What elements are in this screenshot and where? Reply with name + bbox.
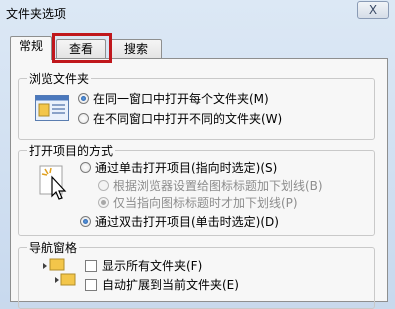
tab-general[interactable]: 常规 bbox=[10, 36, 52, 60]
radio-button-disabled-checked bbox=[98, 197, 109, 208]
checkbox[interactable] bbox=[85, 259, 97, 272]
tab-search[interactable]: 搜索 bbox=[110, 39, 162, 59]
click-items-title: 打开项目的方式 bbox=[27, 142, 116, 159]
pointer-click-icon bbox=[39, 165, 67, 200]
underline-browser-label: 根据浏览器设置给图标标题加下划线(B) bbox=[113, 179, 323, 193]
checkbox[interactable] bbox=[85, 278, 97, 291]
auto-expand-label: 自动扩展到当前文件夹(E) bbox=[102, 278, 239, 292]
view-tab-highlight bbox=[52, 33, 112, 63]
auto-expand-option[interactable]: 自动扩展到当前文件夹(E) bbox=[85, 276, 239, 293]
single-click-label: 通过单击打开项目(指向时选定)(S) bbox=[95, 161, 278, 175]
radio-button[interactable] bbox=[78, 113, 89, 124]
radio-button-checked[interactable] bbox=[78, 93, 89, 104]
nav-pane-title: 导航窗格 bbox=[27, 239, 80, 256]
open-same-window-label: 在同一窗口中打开每个文件夹(M) bbox=[93, 92, 269, 106]
underline-point-label: 仅当指向图标标题时才加下划线(P) bbox=[113, 196, 298, 210]
radio-button-checked[interactable] bbox=[80, 216, 91, 227]
browse-folders-title: 浏览文件夹 bbox=[27, 70, 92, 87]
underline-browser-option: 根据浏览器设置给图标标题加下划线(B) bbox=[98, 177, 323, 194]
close-button[interactable]: X bbox=[357, 1, 389, 19]
browse-folders-group: 浏览文件夹 在同一窗口中打开每个文件夹(M) 在不同窗口中打开不同的文件夹(W) bbox=[18, 70, 375, 140]
open-same-window-option[interactable]: 在同一窗口中打开每个文件夹(M) bbox=[78, 90, 269, 107]
nav-pane-group: 导航窗格 显示所有文件夹(F) 自动扩展到当前文件夹(E) bbox=[18, 239, 375, 309]
show-all-folders-option[interactable]: 显示所有文件夹(F) bbox=[85, 257, 202, 274]
open-new-window-option[interactable]: 在不同窗口中打开不同的文件夹(W) bbox=[78, 110, 282, 127]
open-new-window-label: 在不同窗口中打开不同的文件夹(W) bbox=[93, 112, 283, 126]
underline-point-option: 仅当指向图标标题时才加下划线(P) bbox=[98, 194, 298, 211]
double-click-label: 通过双击打开项目(单击时选定)(D) bbox=[95, 215, 279, 229]
click-items-group: 打开项目的方式 通过单击打开项目(指向时选定)(S) 根据浏览器设置给图标标题加… bbox=[18, 142, 375, 236]
nav-tree-icon bbox=[43, 258, 76, 286]
radio-button-disabled bbox=[98, 180, 109, 191]
single-click-option[interactable]: 通过单击打开项目(指向时选定)(S) bbox=[80, 159, 277, 176]
show-all-folders-label: 显示所有文件夹(F) bbox=[102, 259, 203, 273]
window-layout-icon bbox=[35, 95, 69, 121]
folder-options-window: 文件夹选项 X 常规 查看 搜索 浏览文件夹 在同一窗口中打开每个文件夹(M) bbox=[0, 0, 395, 309]
double-click-option[interactable]: 通过双击打开项目(单击时选定)(D) bbox=[80, 213, 279, 230]
general-tab-panel: 浏览文件夹 在同一窗口中打开每个文件夹(M) 在不同窗口中打开不同的文件夹(W)… bbox=[10, 58, 388, 309]
window-title: 文件夹选项 bbox=[6, 7, 67, 21]
radio-button[interactable] bbox=[80, 162, 91, 173]
